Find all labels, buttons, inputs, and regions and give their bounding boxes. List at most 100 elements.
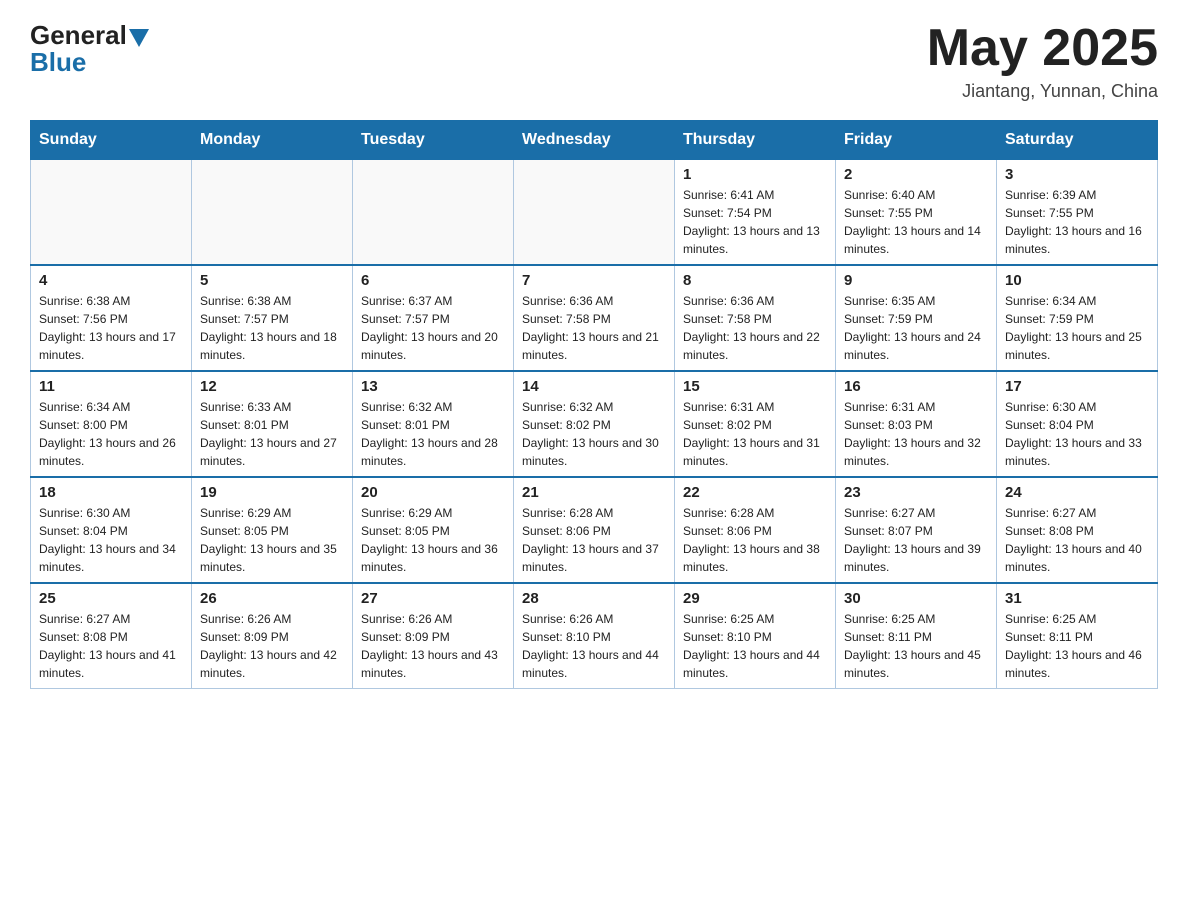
day-of-week-header: Wednesday xyxy=(514,121,675,160)
day-number: 22 xyxy=(683,484,827,501)
calendar-week-row: 4 Sunrise: 6:38 AMSunset: 7:56 PMDaylight… xyxy=(31,265,1158,371)
day-info: Sunrise: 6:31 AMSunset: 8:02 PMDaylight:… xyxy=(683,398,827,470)
day-info: Sunrise: 6:32 AMSunset: 8:01 PMDaylight:… xyxy=(361,398,505,470)
calendar-day-cell: 29 Sunrise: 6:25 AMSunset: 8:10 PMDayligh… xyxy=(675,583,836,689)
calendar-day-cell: 1 Sunrise: 6:41 AMSunset: 7:54 PMDaylight… xyxy=(675,160,836,266)
logo: General Blue xyxy=(30,20,149,78)
day-number: 28 xyxy=(522,590,666,607)
calendar-day-cell: 13 Sunrise: 6:32 AMSunset: 8:01 PMDayligh… xyxy=(353,371,514,477)
calendar-day-cell: 31Sunrise: 6:25 AMSunset: 8:11 PMDayligh… xyxy=(997,583,1158,689)
calendar-day-cell: 4 Sunrise: 6:38 AMSunset: 7:56 PMDaylight… xyxy=(31,265,192,371)
calendar-day-cell: 27 Sunrise: 6:26 AMSunset: 8:09 PMDayligh… xyxy=(353,583,514,689)
day-of-week-header: Thursday xyxy=(675,121,836,160)
day-number: 17 xyxy=(1005,378,1149,395)
day-number: 5 xyxy=(200,272,344,289)
day-number: 24 xyxy=(1005,484,1149,501)
day-info: Sunrise: 6:27 AMSunset: 8:08 PMDaylight:… xyxy=(1005,504,1149,576)
day-number: 10 xyxy=(1005,272,1149,289)
day-number: 31 xyxy=(1005,590,1149,607)
day-info: Sunrise: 6:36 AMSunset: 7:58 PMDaylight:… xyxy=(522,292,666,364)
page-header: General Blue May 2025 Jiantang, Yunnan, … xyxy=(30,20,1158,102)
calendar-week-row: 25Sunrise: 6:27 AMSunset: 8:08 PMDayligh… xyxy=(31,583,1158,689)
month-title: May 2025 xyxy=(927,20,1158,77)
day-number: 23 xyxy=(844,484,988,501)
calendar-day-cell: 7 Sunrise: 6:36 AMSunset: 7:58 PMDaylight… xyxy=(514,265,675,371)
day-number: 15 xyxy=(683,378,827,395)
day-number: 6 xyxy=(361,272,505,289)
day-info: Sunrise: 6:28 AMSunset: 8:06 PMDaylight:… xyxy=(522,504,666,576)
calendar-day-cell xyxy=(514,160,675,266)
day-info: Sunrise: 6:28 AMSunset: 8:06 PMDaylight:… xyxy=(683,504,827,576)
day-info: Sunrise: 6:26 AMSunset: 8:09 PMDaylight:… xyxy=(361,610,505,682)
calendar-day-cell xyxy=(31,160,192,266)
calendar-day-cell: 21 Sunrise: 6:28 AMSunset: 8:06 PMDayligh… xyxy=(514,477,675,583)
calendar-day-cell: 2 Sunrise: 6:40 AMSunset: 7:55 PMDaylight… xyxy=(836,160,997,266)
day-number: 25 xyxy=(39,590,183,607)
day-number: 4 xyxy=(39,272,183,289)
calendar-day-cell: 19 Sunrise: 6:29 AMSunset: 8:05 PMDayligh… xyxy=(192,477,353,583)
day-info: Sunrise: 6:39 AMSunset: 7:55 PMDaylight:… xyxy=(1005,186,1149,258)
day-of-week-header: Saturday xyxy=(997,121,1158,160)
day-info: Sunrise: 6:41 AMSunset: 7:54 PMDaylight:… xyxy=(683,186,827,258)
calendar-day-cell: 17Sunrise: 6:30 AMSunset: 8:04 PMDayligh… xyxy=(997,371,1158,477)
logo-triangle-icon xyxy=(129,29,149,47)
calendar-day-cell: 18Sunrise: 6:30 AMSunset: 8:04 PMDayligh… xyxy=(31,477,192,583)
day-number: 13 xyxy=(361,378,505,395)
calendar-day-cell: 9Sunrise: 6:35 AMSunset: 7:59 PMDaylight… xyxy=(836,265,997,371)
calendar-day-cell: 12Sunrise: 6:33 AMSunset: 8:01 PMDayligh… xyxy=(192,371,353,477)
calendar-day-cell: 28 Sunrise: 6:26 AMSunset: 8:10 PMDayligh… xyxy=(514,583,675,689)
day-number: 29 xyxy=(683,590,827,607)
day-number: 30 xyxy=(844,590,988,607)
day-info: Sunrise: 6:29 AMSunset: 8:05 PMDaylight:… xyxy=(200,504,344,576)
day-info: Sunrise: 6:38 AMSunset: 7:56 PMDaylight:… xyxy=(39,292,183,364)
calendar-day-cell: 22 Sunrise: 6:28 AMSunset: 8:06 PMDayligh… xyxy=(675,477,836,583)
day-info: Sunrise: 6:38 AMSunset: 7:57 PMDaylight:… xyxy=(200,292,344,364)
calendar-day-cell: 14 Sunrise: 6:32 AMSunset: 8:02 PMDayligh… xyxy=(514,371,675,477)
day-info: Sunrise: 6:32 AMSunset: 8:02 PMDaylight:… xyxy=(522,398,666,470)
day-info: Sunrise: 6:37 AMSunset: 7:57 PMDaylight:… xyxy=(361,292,505,364)
calendar-day-cell: 25Sunrise: 6:27 AMSunset: 8:08 PMDayligh… xyxy=(31,583,192,689)
day-number: 8 xyxy=(683,272,827,289)
day-info: Sunrise: 6:25 AMSunset: 8:10 PMDaylight:… xyxy=(683,610,827,682)
day-number: 2 xyxy=(844,166,988,183)
calendar-day-cell: 8 Sunrise: 6:36 AMSunset: 7:58 PMDaylight… xyxy=(675,265,836,371)
day-number: 19 xyxy=(200,484,344,501)
day-number: 21 xyxy=(522,484,666,501)
day-info: Sunrise: 6:29 AMSunset: 8:05 PMDaylight:… xyxy=(361,504,505,576)
day-number: 1 xyxy=(683,166,827,183)
day-number: 14 xyxy=(522,378,666,395)
day-info: Sunrise: 6:40 AMSunset: 7:55 PMDaylight:… xyxy=(844,186,988,258)
day-number: 20 xyxy=(361,484,505,501)
calendar-day-cell: 6 Sunrise: 6:37 AMSunset: 7:57 PMDaylight… xyxy=(353,265,514,371)
calendar-day-cell xyxy=(353,160,514,266)
calendar-week-row: 11 Sunrise: 6:34 AMSunset: 8:00 PMDayligh… xyxy=(31,371,1158,477)
day-of-week-header: Monday xyxy=(192,121,353,160)
calendar-day-cell: 11 Sunrise: 6:34 AMSunset: 8:00 PMDayligh… xyxy=(31,371,192,477)
calendar-day-cell: 24 Sunrise: 6:27 AMSunset: 8:08 PMDayligh… xyxy=(997,477,1158,583)
day-info: Sunrise: 6:31 AMSunset: 8:03 PMDaylight:… xyxy=(844,398,988,470)
day-number: 11 xyxy=(39,378,183,395)
day-number: 16 xyxy=(844,378,988,395)
day-number: 7 xyxy=(522,272,666,289)
day-info: Sunrise: 6:36 AMSunset: 7:58 PMDaylight:… xyxy=(683,292,827,364)
calendar-day-cell: 20 Sunrise: 6:29 AMSunset: 8:05 PMDayligh… xyxy=(353,477,514,583)
day-number: 12 xyxy=(200,378,344,395)
day-info: Sunrise: 6:30 AMSunset: 8:04 PMDaylight:… xyxy=(39,504,183,576)
day-info: Sunrise: 6:35 AMSunset: 7:59 PMDaylight:… xyxy=(844,292,988,364)
day-of-week-header: Friday xyxy=(836,121,997,160)
day-number: 27 xyxy=(361,590,505,607)
calendar-table: SundayMondayTuesdayWednesdayThursdayFrid… xyxy=(30,120,1158,689)
calendar-header-row: SundayMondayTuesdayWednesdayThursdayFrid… xyxy=(31,121,1158,160)
day-of-week-header: Sunday xyxy=(31,121,192,160)
calendar-day-cell: 10Sunrise: 6:34 AMSunset: 7:59 PMDayligh… xyxy=(997,265,1158,371)
calendar-day-cell: 3 Sunrise: 6:39 AMSunset: 7:55 PMDaylight… xyxy=(997,160,1158,266)
calendar-week-row: 18Sunrise: 6:30 AMSunset: 8:04 PMDayligh… xyxy=(31,477,1158,583)
day-of-week-header: Tuesday xyxy=(353,121,514,160)
day-info: Sunrise: 6:26 AMSunset: 8:10 PMDaylight:… xyxy=(522,610,666,682)
day-info: Sunrise: 6:27 AMSunset: 8:07 PMDaylight:… xyxy=(844,504,988,576)
calendar-day-cell: 16 Sunrise: 6:31 AMSunset: 8:03 PMDayligh… xyxy=(836,371,997,477)
calendar-day-cell: 23 Sunrise: 6:27 AMSunset: 8:07 PMDayligh… xyxy=(836,477,997,583)
day-number: 3 xyxy=(1005,166,1149,183)
day-number: 26 xyxy=(200,590,344,607)
day-info: Sunrise: 6:34 AMSunset: 8:00 PMDaylight:… xyxy=(39,398,183,470)
